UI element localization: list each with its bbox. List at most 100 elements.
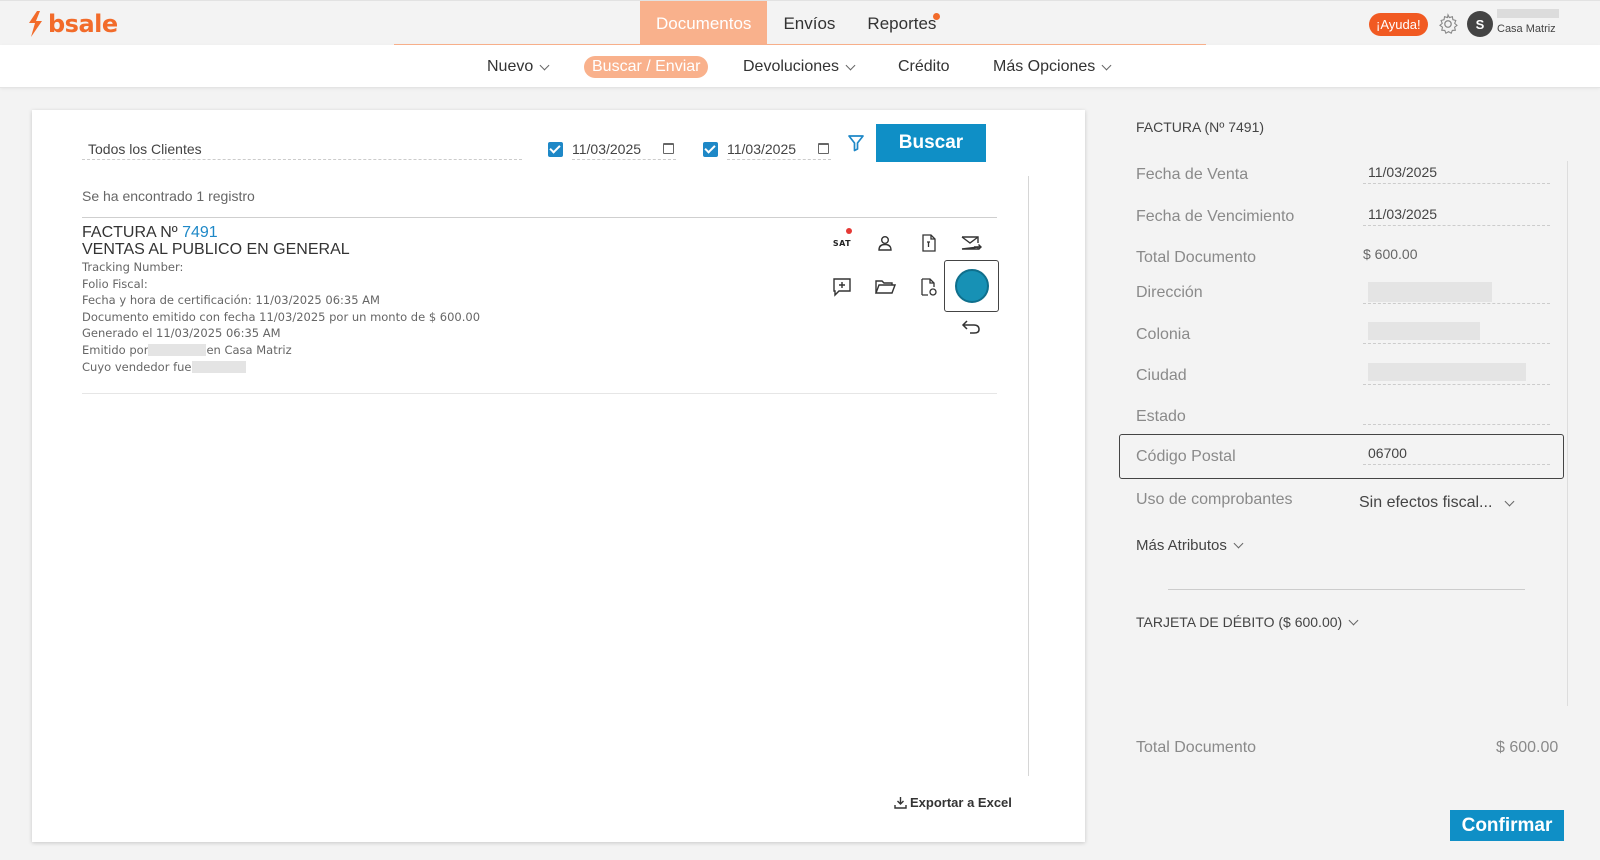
return-button[interactable] — [958, 314, 984, 340]
codigo-postal-field[interactable]: 06700 — [1363, 445, 1550, 465]
detail-scrollbar — [1567, 161, 1568, 706]
document-link-icon — [921, 278, 937, 296]
date-from-input[interactable]: 11/03/2025 — [572, 138, 676, 160]
date-to-input[interactable]: 11/03/2025 — [727, 138, 831, 160]
redacted-address — [1368, 282, 1492, 302]
document-type: FACTURA Nº — [82, 224, 178, 241]
subnav-label: Crédito — [898, 58, 950, 75]
subnav-credito[interactable]: Crédito — [898, 56, 950, 78]
selected-action-button[interactable] — [944, 260, 999, 312]
direccion-field[interactable] — [1363, 282, 1550, 304]
fecha-vencimiento-label: Fecha de Vencimiento — [1136, 208, 1295, 225]
top-bar: bsale Documentos Envíos Reportes ¡Ayuda!… — [0, 0, 1600, 46]
chevron-down-icon — [1504, 496, 1515, 506]
client-search-input[interactable] — [82, 138, 522, 160]
avatar[interactable]: S — [1467, 11, 1493, 37]
gear-icon[interactable] — [1437, 13, 1459, 35]
chevron-down-icon — [1233, 538, 1244, 549]
user-icon — [878, 236, 892, 251]
colonia-label: Colonia — [1136, 326, 1191, 343]
pdf-document-button[interactable] — [916, 230, 942, 256]
bsale-logo-icon — [29, 11, 42, 37]
emitted-by: Emitido por en Casa Matriz — [82, 342, 480, 359]
send-email-button[interactable] — [958, 230, 984, 256]
uso-value: Sin efectos fiscal... — [1359, 494, 1493, 511]
date-from-value: 11/03/2025 — [572, 140, 642, 157]
colonia-field[interactable] — [1363, 322, 1550, 344]
document-link-button[interactable] — [916, 274, 942, 300]
notification-dot — [933, 13, 941, 20]
notification-dot — [846, 228, 852, 234]
codigo-postal-label: Código Postal — [1136, 448, 1236, 465]
calendar-icon[interactable] — [663, 143, 674, 154]
subnav-devoluciones[interactable]: Devoluciones — [743, 56, 856, 78]
redacted-seller — [191, 361, 246, 374]
ciudad-field[interactable] — [1363, 363, 1550, 385]
client-button[interactable] — [872, 230, 898, 256]
tab-reportes[interactable]: Reportes — [851, 1, 952, 46]
add-comment-icon — [833, 278, 851, 297]
uso-comprobantes-select[interactable]: Sin efectos fiscal... — [1359, 494, 1515, 512]
scrollbar[interactable] — [1028, 176, 1029, 776]
payment-method-toggle[interactable]: TARJETA DE DÉBITO ($ 600.00) — [1136, 614, 1359, 630]
date-to-value: 11/03/2025 — [727, 140, 797, 157]
document-title: FACTURA Nº 7491 — [82, 225, 218, 241]
estado-field[interactable] — [1363, 405, 1550, 425]
redacted-user — [148, 344, 207, 357]
sat-icon: SAT — [832, 238, 852, 248]
subnav-label: Más Opciones — [993, 58, 1096, 75]
seller-label: Cuyo vendedor fue — [82, 359, 192, 374]
subnav-label: Nuevo — [487, 58, 534, 75]
divider — [82, 393, 997, 394]
calendar-icon[interactable] — [818, 143, 829, 154]
sat-button[interactable]: SAT — [829, 228, 855, 256]
open-folder-button[interactable] — [872, 274, 898, 300]
mas-atributos-toggle[interactable]: Más Atributos — [1136, 537, 1244, 554]
total-documento-value: $ 600.00 — [1363, 246, 1418, 262]
filter-icon[interactable] — [847, 134, 865, 152]
sub-nav: Nuevo Buscar / Enviar Devoluciones Crédi… — [0, 45, 1600, 88]
divider — [1168, 589, 1525, 590]
subnav-buscar-enviar[interactable]: Buscar / Enviar — [584, 56, 709, 78]
tab-envios[interactable]: Envíos — [767, 1, 851, 46]
results-count: Se ha encontrado 1 registro — [82, 188, 255, 204]
date-from-checkbox[interactable] — [548, 141, 563, 157]
footer-total-label: Total Documento — [1136, 739, 1257, 756]
fecha-vencimiento-field[interactable]: 11/03/2025 — [1363, 206, 1550, 226]
emission-detail: Documento emitido con fecha 11/03/2025 p… — [82, 309, 481, 324]
emitted-by-label: Emitido por — [82, 342, 149, 357]
subnav-nuevo[interactable]: Nuevo — [487, 56, 550, 78]
branch-name: Casa Matriz — [1497, 23, 1556, 35]
chevron-down-icon — [1101, 60, 1112, 70]
uso-comprobantes-label: Uso de comprobantes — [1136, 491, 1293, 508]
redacted-colonia — [1368, 322, 1480, 341]
mas-atributos-label: Más Atributos — [1136, 537, 1227, 554]
help-button[interactable]: ¡Ayuda! — [1369, 13, 1428, 36]
footer-total-value: $ 600.00 — [1496, 739, 1559, 756]
detail-title: FACTURA (Nº 7491) — [1136, 119, 1265, 135]
folder-open-icon — [874, 280, 896, 294]
document-number-link[interactable]: 7491 — [182, 224, 218, 241]
search-button[interactable]: Buscar — [876, 124, 986, 162]
chevron-down-icon — [539, 60, 550, 70]
fecha-venta-field[interactable]: 11/03/2025 — [1363, 164, 1550, 184]
chevron-down-icon — [1348, 615, 1359, 625]
confirm-button[interactable]: Confirmar — [1450, 810, 1564, 841]
ciudad-label: Ciudad — [1136, 367, 1187, 384]
divider — [82, 217, 997, 218]
redacted-city — [1368, 363, 1526, 382]
subnav-mas-opciones[interactable]: Más Opciones — [993, 56, 1112, 78]
brand-name: bsale — [48, 10, 118, 38]
export-excel-button[interactable]: Exportar a Excel — [894, 795, 1012, 810]
add-note-button[interactable] — [829, 274, 855, 300]
payment-label: TARJETA DE DÉBITO ($ 600.00) — [1136, 614, 1343, 630]
undo-icon — [961, 320, 980, 334]
tab-documentos[interactable]: Documentos — [640, 1, 768, 46]
bsale-logo[interactable]: bsale — [26, 10, 118, 38]
estado-label: Estado — [1136, 408, 1186, 425]
document-details: Tracking Number: Folio Fiscal: Fecha y h… — [82, 259, 480, 375]
date-to-checkbox[interactable] — [703, 141, 718, 157]
certification-date: Fecha y hora de certificación: 11/03/202… — [82, 293, 380, 308]
main-nav: Documentos Envíos Reportes — [640, 1, 952, 46]
tab-label: Reportes — [867, 13, 937, 33]
